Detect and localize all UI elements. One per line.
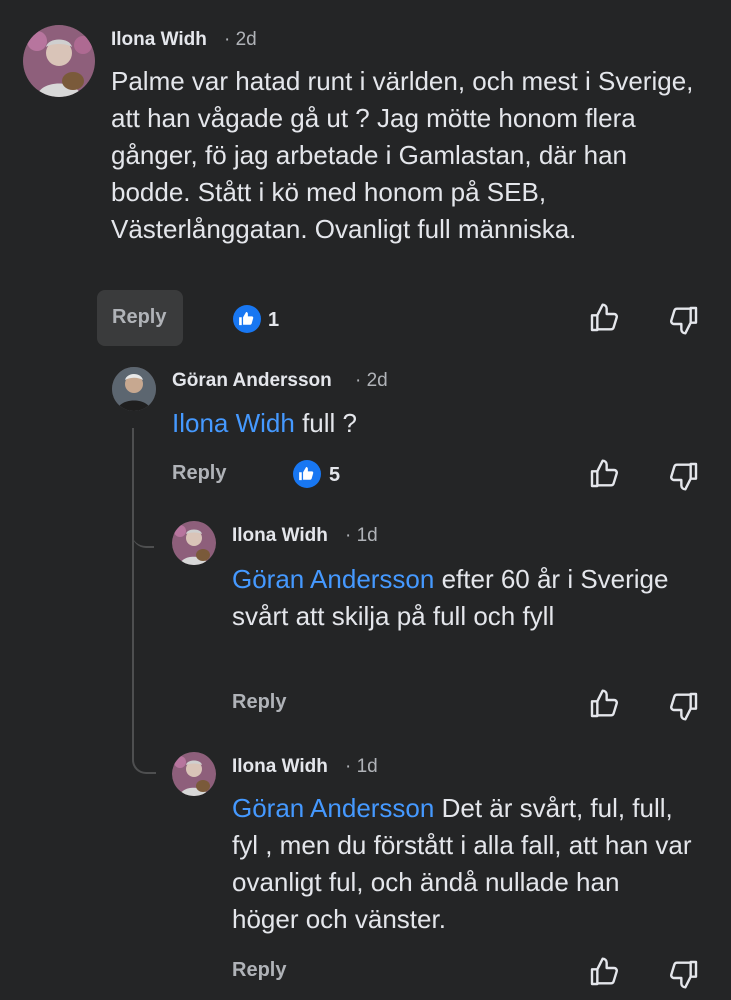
like-reaction-icon[interactable] [233,305,261,333]
comment-author[interactable]: Ilona Widh [232,525,328,547]
comment-text: Ilona Widh full ? [172,408,357,438]
avatar-image [23,25,95,97]
thumbs-down-icon[interactable] [668,460,700,492]
comment-author[interactable]: Göran Andersson [172,370,332,392]
like-reaction-icon[interactable] [293,460,321,488]
avatar-image [172,521,216,565]
thumbs-up-icon[interactable] [588,302,620,334]
avatar[interactable] [172,752,216,796]
comment-time: · 1d [345,525,378,546]
mention-link[interactable]: Ilona Widh [172,408,295,438]
avatar[interactable] [23,25,95,97]
avatar[interactable] [172,521,216,565]
like-count[interactable]: 5 [329,464,340,487]
thread-branch-1 [132,520,154,548]
reply-label[interactable]: Reply [112,306,166,329]
comment-author[interactable]: Ilona Widh [232,756,328,778]
comment-time: · 2d [224,29,257,50]
comment-text: Göran Andersson efter 60 år i Sverige sv… [232,564,669,631]
avatar-image [172,752,216,796]
like-count[interactable]: 1 [268,309,279,332]
avatar[interactable] [112,367,156,411]
comment-text: Palme var hatad runt i världen, och mest… [111,66,694,244]
avatar-image [112,367,156,411]
thread-branch-2 [132,750,156,774]
comment-author[interactable]: Ilona Widh [111,29,207,51]
mention-link[interactable]: Göran Andersson [232,564,434,594]
comment-time: · 1d [345,756,378,777]
thumbs-down-icon[interactable] [668,690,700,722]
thumbs-up-icon[interactable] [588,688,620,720]
thumbs-up-icon[interactable] [588,458,620,490]
thread-line-main [132,428,134,758]
thumbs-up-icon[interactable] [588,956,620,988]
comment-text: Göran Andersson Det är svårt, ful, full,… [232,793,692,934]
reply-button[interactable]: Reply [232,959,286,982]
thumbs-down-icon[interactable] [668,958,700,990]
thumbs-down-icon[interactable] [668,304,700,336]
reply-button[interactable]: Reply [172,462,226,485]
reply-button[interactable]: Reply [232,691,286,714]
mention-link[interactable]: Göran Andersson [232,793,434,823]
comment-time: · 2d [355,370,388,391]
